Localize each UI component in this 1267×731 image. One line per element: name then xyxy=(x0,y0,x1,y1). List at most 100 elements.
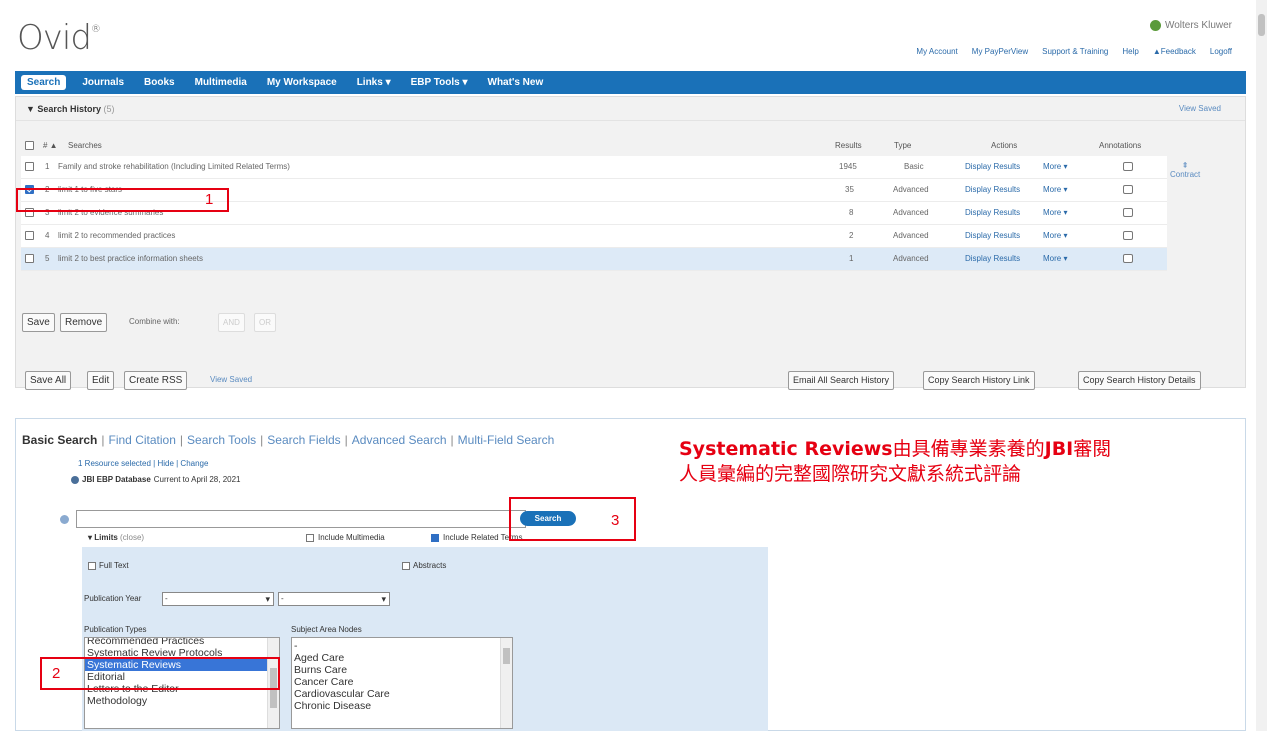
year-from-select[interactable]: - xyxy=(162,592,274,606)
display-results-link[interactable]: Display Results xyxy=(965,162,1020,171)
tab-find-citation[interactable]: Find Citation xyxy=(109,433,176,447)
annotation-icon[interactable] xyxy=(1123,231,1133,240)
feedback-link[interactable]: ▲Feedback xyxy=(1153,47,1196,56)
nav-books[interactable]: Books xyxy=(134,77,185,88)
more-link[interactable]: More ▾ xyxy=(1043,208,1067,217)
more-link[interactable]: More ▾ xyxy=(1043,185,1067,194)
nav-journals[interactable]: Journals xyxy=(72,77,134,88)
edit-button[interactable]: Edit xyxy=(87,371,115,390)
display-results-link[interactable]: Display Results xyxy=(965,185,1020,194)
or-button[interactable]: OR xyxy=(254,313,276,332)
annotation-icon[interactable] xyxy=(1123,254,1133,263)
tab-basic-search[interactable]: Basic Search xyxy=(22,433,97,447)
view-saved-link-bottom[interactable]: View Saved xyxy=(210,375,252,384)
row-checkbox[interactable] xyxy=(25,254,34,263)
list-item[interactable]: Methodology xyxy=(85,695,279,707)
publication-year-label: Publication Year xyxy=(84,594,142,603)
col-num-header[interactable]: # ▲ xyxy=(43,141,58,150)
email-all-history-button[interactable]: Email All Search History xyxy=(788,371,895,390)
help-link[interactable]: Help xyxy=(1122,47,1138,56)
limits-toggle[interactable]: ▾ Limits (close) xyxy=(88,533,144,542)
list-item[interactable]: - xyxy=(292,640,512,652)
row-results: 2 xyxy=(849,231,854,240)
support-training-link[interactable]: Support & Training xyxy=(1042,47,1108,56)
database-current: Current to April 28, 2021 xyxy=(153,475,241,484)
nav-search[interactable]: Search xyxy=(21,75,67,90)
row-search: limit 2 to best practice information she… xyxy=(58,254,203,263)
list-item[interactable]: Chronic Disease xyxy=(292,700,512,712)
view-saved-link-top[interactable]: View Saved xyxy=(1179,104,1221,113)
table-header: # ▲ Searches Results Type Actions Annota… xyxy=(21,137,1167,157)
display-results-link[interactable]: Display Results xyxy=(965,254,1020,263)
full-text-option[interactable]: Full Text xyxy=(88,561,129,570)
remove-button[interactable]: Remove xyxy=(60,313,108,332)
tab-multi-field-search[interactable]: Multi-Field Search xyxy=(458,433,555,447)
database-line: JBI EBP Database Current to April 28, 20… xyxy=(71,475,241,484)
year-to-select[interactable]: - xyxy=(278,592,390,606)
tab-search-fields[interactable]: Search Fields xyxy=(267,433,340,447)
publication-types-label: Publication Types xyxy=(84,625,147,634)
more-link[interactable]: More ▾ xyxy=(1043,254,1067,263)
row-results: 35 xyxy=(845,185,854,194)
more-link[interactable]: More ▾ xyxy=(1043,162,1067,171)
annotation-icon[interactable] xyxy=(1123,185,1133,194)
tab-search-tools[interactable]: Search Tools xyxy=(187,433,256,447)
nav-ebp-tools[interactable]: EBP Tools ▾ xyxy=(401,77,478,88)
nav-links[interactable]: Links ▾ xyxy=(347,77,401,88)
search-history-panel: ▼ Search History (5) View Saved # ▲ Sear… xyxy=(15,96,1246,390)
and-button[interactable]: AND xyxy=(218,313,245,332)
subject-area-list[interactable]: - Aged Care Burns Care Cancer Care Cardi… xyxy=(291,637,513,729)
search-input[interactable] xyxy=(76,510,526,528)
select-all-checkbox[interactable] xyxy=(25,141,34,150)
tab-advanced-search[interactable]: Advanced Search xyxy=(352,433,447,447)
create-rss-button[interactable]: Create RSS xyxy=(124,371,188,390)
row-type: Basic xyxy=(904,162,924,171)
include-related-terms-checkbox[interactable] xyxy=(431,533,439,542)
row-results: 1 xyxy=(849,254,854,263)
copy-history-link-button[interactable]: Copy Search History Link xyxy=(923,371,1035,390)
save-button[interactable]: Save xyxy=(22,313,55,332)
logoff-link[interactable]: Logoff xyxy=(1210,47,1232,56)
main-nav: Search Journals Books Multimedia My Work… xyxy=(15,71,1246,94)
row-type: Advanced xyxy=(893,208,929,217)
page-scrollbar-thumb[interactable] xyxy=(1258,14,1265,36)
list-item[interactable]: Aged Care xyxy=(292,652,512,664)
resource-selected-line[interactable]: 1 Resource selected | Hide | Change xyxy=(78,459,208,468)
nav-my-workspace[interactable]: My Workspace xyxy=(257,77,347,88)
display-results-link[interactable]: Display Results xyxy=(965,231,1020,240)
include-multimedia-option[interactable]: Include Multimedia xyxy=(306,533,385,542)
help-icon[interactable] xyxy=(60,515,69,524)
table-row: 1 Family and stroke rehabilitation (Incl… xyxy=(21,156,1167,179)
list-item[interactable]: Cancer Care xyxy=(292,676,512,688)
ovid-logo: Ovid® xyxy=(17,18,101,58)
abstracts-checkbox[interactable] xyxy=(402,561,410,570)
row-num: 4 xyxy=(45,231,50,240)
page-scrollbar[interactable] xyxy=(1256,0,1267,731)
scrollbar-thumb[interactable] xyxy=(503,648,510,664)
save-all-button[interactable]: Save All xyxy=(25,371,72,390)
abstracts-option[interactable]: Abstracts xyxy=(402,561,446,570)
list-item[interactable]: Cardiovascular Care xyxy=(292,688,512,700)
search-history-title[interactable]: ▼ Search History (5) xyxy=(26,104,114,114)
more-link[interactable]: More ▾ xyxy=(1043,231,1067,240)
nav-multimedia[interactable]: Multimedia xyxy=(185,77,257,88)
row-checkbox[interactable] xyxy=(25,162,34,171)
list-item[interactable]: Burns Care xyxy=(292,664,512,676)
row-type: Advanced xyxy=(893,254,929,263)
full-text-checkbox[interactable] xyxy=(88,561,96,570)
display-results-link[interactable]: Display Results xyxy=(965,208,1020,217)
row-checkbox[interactable] xyxy=(25,231,34,240)
scrollbar[interactable] xyxy=(500,638,512,728)
include-multimedia-checkbox[interactable] xyxy=(306,533,314,542)
copy-history-details-button[interactable]: Copy Search History Details xyxy=(1078,371,1201,390)
annotation-icon[interactable] xyxy=(1123,162,1133,171)
annotation-box-2 xyxy=(40,657,280,690)
list-item[interactable]: Recommended Practices xyxy=(85,638,279,647)
info-icon[interactable] xyxy=(71,475,79,484)
annotation-icon[interactable] xyxy=(1123,208,1133,217)
limits-box: Full Text Abstracts Publication Year - -… xyxy=(82,547,768,731)
nav-whats-new[interactable]: What's New xyxy=(478,77,554,88)
my-payperview-link[interactable]: My PayPerView xyxy=(972,47,1028,56)
my-account-link[interactable]: My Account xyxy=(916,47,957,56)
contract-link[interactable]: ⇞ Contract xyxy=(1170,161,1200,179)
